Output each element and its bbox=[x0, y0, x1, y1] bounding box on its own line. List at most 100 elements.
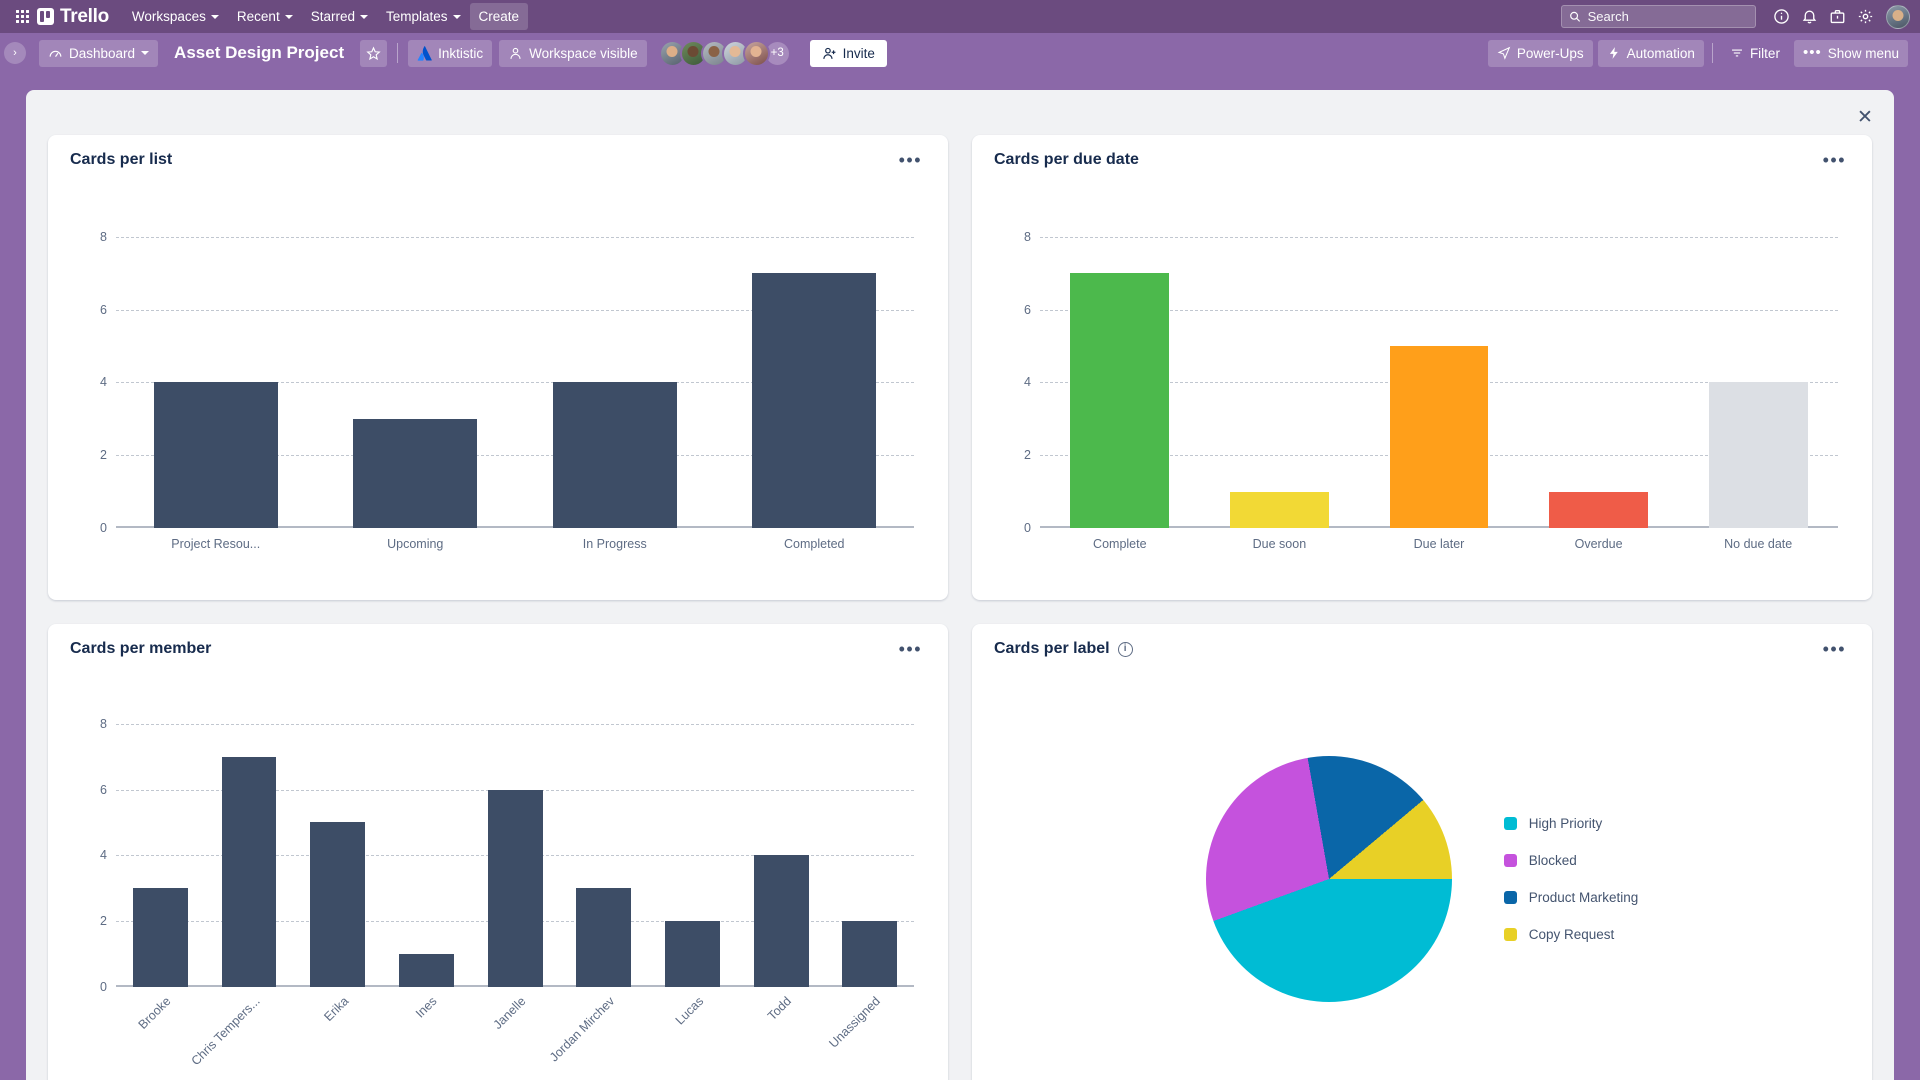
legend-label: Product Marketing bbox=[1528, 889, 1639, 905]
bar-chart: 0 2 4 6 8 Brooke Chris Tempers... Erika Ines Jane… bbox=[70, 664, 926, 1079]
sidebar-expand-button[interactable]: › bbox=[4, 42, 26, 64]
bar-group: Project Resou... Upcoming In Progress Compl… bbox=[116, 215, 914, 551]
widget-body: 0 2 4 6 8 Complete Due soon Due later Overdue No … bbox=[994, 175, 1850, 590]
power-ups-label: Power-Ups bbox=[1516, 45, 1584, 61]
y-axis-tick-label: 2 bbox=[100, 914, 107, 929]
user-avatar[interactable] bbox=[1886, 4, 1910, 29]
avatar[interactable] bbox=[742, 39, 770, 67]
visibility-button[interactable]: Workspace visible bbox=[499, 39, 647, 67]
automation-label: Automation bbox=[1626, 45, 1695, 61]
search-input[interactable] bbox=[1587, 9, 1748, 24]
widget-body: 0 2 4 6 8 Project Resou... Upcoming In Progress… bbox=[70, 175, 926, 590]
legend-item-blocked[interactable]: Blocked bbox=[1503, 853, 1639, 868]
view-switcher-dashboard[interactable]: Dashboard bbox=[39, 39, 159, 67]
trello-home-link[interactable]: Trello bbox=[37, 6, 109, 28]
widget-header: Cards per due date ••• bbox=[994, 151, 1850, 169]
bar-erika[interactable] bbox=[310, 822, 366, 987]
bar-project-resou[interactable] bbox=[153, 382, 278, 528]
bell-icon[interactable] bbox=[1796, 4, 1822, 30]
workspace-button[interactable]: Inktistic bbox=[408, 39, 493, 67]
bar-lucas[interactable] bbox=[664, 921, 720, 987]
bar-column: Ines bbox=[382, 704, 471, 1021]
bar-chart: 0 2 4 6 8 Complete Due soon Due later Overdue No … bbox=[994, 175, 1850, 590]
bar-due-soon[interactable] bbox=[1229, 491, 1329, 528]
bar-brooke[interactable] bbox=[132, 888, 188, 987]
bar-column: Unassigned bbox=[825, 704, 914, 1051]
bar-todd[interactable] bbox=[753, 855, 809, 987]
widget-title: Cards per member bbox=[70, 640, 212, 657]
app-switcher-icon[interactable] bbox=[16, 10, 29, 23]
nav-item-workspaces[interactable]: Workspaces bbox=[123, 3, 228, 30]
bar-upcoming[interactable] bbox=[353, 418, 478, 528]
x-axis-tick-label: Completed bbox=[784, 537, 845, 551]
x-axis-tick-label: Lucas bbox=[672, 994, 706, 1028]
x-axis-tick-label: Unassigned bbox=[826, 994, 884, 1051]
bar-overdue[interactable] bbox=[1549, 491, 1649, 528]
board-actions-group: Power-Ups Automation Filter ••• Show men… bbox=[1487, 39, 1908, 67]
board-title[interactable]: Asset Design Project bbox=[165, 38, 353, 68]
dots-icon: ••• bbox=[1802, 44, 1822, 61]
bar-jordan-mirchev[interactable] bbox=[576, 888, 632, 987]
bar-unassigned[interactable] bbox=[842, 921, 898, 987]
x-axis-tick-label: No due date bbox=[1724, 537, 1793, 551]
bar-janelle[interactable] bbox=[487, 789, 543, 987]
y-axis-tick-label: 8 bbox=[1024, 229, 1031, 244]
widget-header: Cards per label i ••• bbox=[994, 640, 1850, 658]
info-icon[interactable] bbox=[1768, 4, 1794, 30]
top-nav-right-group bbox=[1561, 4, 1910, 30]
header-divider bbox=[1711, 43, 1713, 63]
y-axis-tick-label: 0 bbox=[1024, 521, 1031, 535]
bar-no-due-date[interactable] bbox=[1708, 382, 1808, 528]
create-button[interactable]: Create bbox=[469, 3, 529, 30]
trello-logo-icon bbox=[37, 8, 54, 25]
y-axis-tick-label: 4 bbox=[100, 848, 107, 863]
board-members: +3 bbox=[658, 39, 791, 67]
bar-ines[interactable] bbox=[398, 954, 454, 987]
filter-button[interactable]: Filter bbox=[1721, 40, 1789, 67]
legend-item-high-priority[interactable]: High Priority bbox=[1503, 816, 1639, 831]
y-axis-tick-label: 6 bbox=[1024, 302, 1031, 317]
members-visibility-icon bbox=[510, 47, 521, 59]
widget-menu-button[interactable]: ••• bbox=[895, 151, 926, 169]
automation-button[interactable]: Automation bbox=[1597, 39, 1704, 67]
nav-item-starred-label: Starred bbox=[310, 9, 355, 24]
star-board-button[interactable] bbox=[360, 39, 388, 67]
bar-column: Lucas bbox=[648, 704, 737, 1027]
bar-chart: 0 2 4 6 8 Project Resou... Upcoming In Progress… bbox=[70, 175, 926, 590]
bolt-icon bbox=[1609, 47, 1618, 59]
bar-complete[interactable] bbox=[1070, 273, 1170, 528]
widget-menu-button[interactable]: ••• bbox=[1819, 640, 1850, 658]
bar-due-later[interactable] bbox=[1389, 346, 1489, 528]
info-icon[interactable]: i bbox=[1117, 641, 1133, 657]
chevron-down-icon bbox=[359, 14, 368, 19]
close-icon[interactable]: ✕ bbox=[1850, 102, 1880, 132]
legend-item-product-marketing[interactable]: Product Marketing bbox=[1503, 889, 1639, 905]
power-ups-button[interactable]: Power-Ups bbox=[1487, 39, 1593, 67]
y-axis-tick-label: 6 bbox=[100, 782, 107, 797]
bar-completed[interactable] bbox=[752, 273, 877, 528]
bar-column: Erika bbox=[293, 704, 382, 1024]
dashboard-icon bbox=[49, 50, 62, 57]
nav-item-templates[interactable]: Templates bbox=[377, 3, 470, 30]
widget-body: 0 2 4 6 8 Brooke Chris Tempers... Erika Ines Jane… bbox=[70, 664, 926, 1079]
legend-swatch bbox=[1503, 853, 1517, 867]
x-axis-tick-label: Overdue bbox=[1574, 537, 1623, 551]
bar-in-progress[interactable] bbox=[552, 382, 677, 528]
widget-title: Cards per label bbox=[994, 640, 1110, 657]
invite-button[interactable]: Invite bbox=[809, 39, 887, 67]
legend-item-copy-request[interactable]: Copy Request bbox=[1503, 927, 1639, 942]
filter-icon bbox=[1731, 49, 1742, 57]
widget-menu-button[interactable]: ••• bbox=[895, 640, 926, 658]
invite-label: Invite bbox=[842, 45, 875, 61]
pie-chart[interactable] bbox=[1205, 755, 1452, 1002]
gear-icon[interactable] bbox=[1852, 4, 1878, 30]
x-axis-tick-label: In Progress bbox=[582, 537, 647, 551]
search-box[interactable] bbox=[1561, 5, 1756, 28]
widget-menu-button[interactable]: ••• bbox=[1819, 151, 1850, 169]
bar-chris-tempers[interactable] bbox=[221, 756, 277, 987]
bar-column: Overdue bbox=[1519, 215, 1679, 551]
briefcase-icon[interactable] bbox=[1824, 4, 1850, 30]
show-menu-button[interactable]: ••• Show menu bbox=[1793, 39, 1908, 67]
nav-item-recent[interactable]: Recent bbox=[228, 3, 302, 30]
nav-item-starred[interactable]: Starred bbox=[302, 3, 377, 30]
